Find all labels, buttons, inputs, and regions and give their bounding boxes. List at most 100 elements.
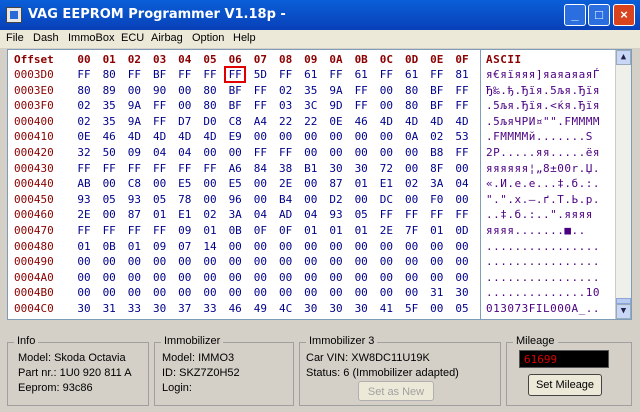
hex-byte[interactable]: 00 — [376, 145, 396, 160]
hex-byte[interactable]: 00 — [351, 270, 371, 285]
hex-byte[interactable]: 30 — [74, 301, 94, 316]
hex-byte[interactable]: FF — [250, 98, 270, 113]
hex-byte[interactable]: 00 — [99, 207, 119, 222]
hex-byte[interactable]: 00 — [250, 176, 270, 191]
hex-byte[interactable]: E5 — [175, 176, 195, 191]
hex-byte[interactable]: 35 — [99, 114, 119, 129]
hex-byte[interactable]: 31 — [99, 301, 119, 316]
hex-byte[interactable]: 4D — [175, 129, 195, 144]
hex-byte[interactable]: FF — [99, 161, 119, 176]
hex-byte[interactable]: 96 — [225, 192, 245, 207]
hex-byte[interactable]: 80 — [402, 83, 422, 98]
hex-byte[interactable]: 00 — [175, 270, 195, 285]
hex-byte[interactable]: 00 — [376, 98, 396, 113]
hex-byte[interactable]: 00 — [124, 254, 144, 269]
hex-byte[interactable]: 35 — [301, 83, 321, 98]
hex-byte[interactable]: 30 — [452, 285, 472, 300]
hex-byte[interactable]: 87 — [124, 207, 144, 222]
hex-byte[interactable]: 0E — [326, 114, 346, 129]
hex-byte[interactable]: 00 — [351, 239, 371, 254]
hex-byte[interactable]: 4D — [402, 114, 422, 129]
hex-byte[interactable]: 00 — [175, 98, 195, 113]
hex-byte[interactable]: 00 — [99, 254, 119, 269]
hex-byte[interactable]: E5 — [225, 176, 245, 191]
hex-byte[interactable]: 00 — [225, 254, 245, 269]
hex-byte[interactable]: 00 — [402, 254, 422, 269]
hex-byte[interactable]: 7F — [402, 223, 422, 238]
hex-byte[interactable]: FF — [124, 67, 144, 82]
hex-byte[interactable]: 00 — [452, 254, 472, 269]
hex-byte[interactable]: 00 — [376, 129, 396, 144]
hex-byte[interactable]: 00 — [276, 254, 296, 269]
hex-byte[interactable]: 72 — [376, 161, 396, 176]
hex-byte[interactable]: FF — [224, 66, 247, 83]
hex-byte[interactable]: 87 — [326, 176, 346, 191]
hex-byte[interactable]: C8 — [124, 176, 144, 191]
hex-byte[interactable]: FF — [74, 161, 94, 176]
menu-ecu[interactable]: ECU — [121, 32, 144, 44]
hex-byte[interactable]: 00 — [351, 285, 371, 300]
hex-byte[interactable]: A4 — [250, 114, 270, 129]
row-ascii[interactable]: ................ — [486, 270, 622, 285]
hex-byte[interactable]: FF — [452, 145, 472, 160]
hex-byte[interactable]: BF — [150, 67, 170, 82]
hex-byte[interactable]: 22 — [276, 114, 296, 129]
row-ascii[interactable]: Ђ‰.ђ.Ђїя.5љя.Ђїя — [486, 83, 622, 98]
row-ascii[interactable]: я€яїяяя]яaяaяaяЃ — [486, 67, 622, 82]
hex-byte[interactable]: 00 — [427, 270, 447, 285]
hex-byte[interactable]: 33 — [200, 301, 220, 316]
hex-byte[interactable]: 02 — [74, 98, 94, 113]
hex-byte[interactable]: 00 — [351, 254, 371, 269]
hex-byte[interactable]: 00 — [376, 239, 396, 254]
hex-byte[interactable]: 41 — [376, 301, 396, 316]
scroll-up-icon[interactable]: ▲ — [616, 50, 631, 65]
hex-byte[interactable]: 00 — [124, 83, 144, 98]
row-ascii[interactable]: яяяяяя¦„8±00r.Џ. — [486, 161, 622, 176]
hex-byte[interactable]: 03 — [276, 98, 296, 113]
hex-byte[interactable]: 01 — [351, 223, 371, 238]
hex-byte[interactable]: 00 — [351, 129, 371, 144]
hex-byte[interactable]: 00 — [452, 239, 472, 254]
hex-byte[interactable]: 84 — [250, 161, 270, 176]
hex-byte[interactable]: 00 — [402, 192, 422, 207]
hex-byte[interactable]: 4C — [276, 301, 296, 316]
hex-byte[interactable]: 00 — [276, 239, 296, 254]
hex-byte[interactable]: FF — [351, 83, 371, 98]
hex-byte[interactable]: 9A — [124, 114, 144, 129]
hex-byte[interactable]: 22 — [301, 114, 321, 129]
hex-byte[interactable]: 00 — [301, 270, 321, 285]
hex-byte[interactable]: 00 — [452, 270, 472, 285]
hex-byte[interactable]: E1 — [376, 176, 396, 191]
hex-byte[interactable]: 30 — [351, 301, 371, 316]
hex-byte[interactable]: 46 — [99, 129, 119, 144]
hex-byte[interactable]: FF — [250, 145, 270, 160]
hex-byte[interactable]: 04 — [175, 145, 195, 160]
hex-byte[interactable]: 49 — [250, 301, 270, 316]
close-button[interactable]: × — [613, 4, 635, 26]
scroll-down-icon[interactable]: ▼ — [616, 304, 631, 319]
hex-byte[interactable]: 89 — [99, 83, 119, 98]
hex-byte[interactable]: AB — [74, 176, 94, 191]
hex-byte[interactable]: 05 — [452, 301, 472, 316]
hex-byte[interactable]: 93 — [326, 207, 346, 222]
hex-byte[interactable]: 00 — [225, 145, 245, 160]
hex-byte[interactable]: 00 — [301, 285, 321, 300]
hex-byte[interactable]: FF — [74, 67, 94, 82]
row-ascii[interactable]: 2P.....яя.....ёя — [486, 145, 622, 160]
hex-byte[interactable]: 00 — [200, 176, 220, 191]
hex-byte[interactable]: 05 — [99, 192, 119, 207]
hex-byte[interactable]: 00 — [250, 129, 270, 144]
hex-byte[interactable]: 00 — [150, 254, 170, 269]
hex-byte[interactable]: 80 — [200, 98, 220, 113]
hex-byte[interactable]: 01 — [427, 223, 447, 238]
hex-byte[interactable]: 00 — [124, 270, 144, 285]
hex-byte[interactable]: 00 — [74, 254, 94, 269]
hex-byte[interactable]: FF — [452, 83, 472, 98]
hex-byte[interactable]: 14 — [200, 239, 220, 254]
hex-byte[interactable]: FF — [124, 223, 144, 238]
hex-byte[interactable]: 4D — [150, 129, 170, 144]
hex-byte[interactable]: 0B — [99, 239, 119, 254]
hex-byte[interactable]: 35 — [99, 98, 119, 113]
hex-byte[interactable]: 00 — [351, 145, 371, 160]
hex-byte[interactable]: FF — [150, 98, 170, 113]
